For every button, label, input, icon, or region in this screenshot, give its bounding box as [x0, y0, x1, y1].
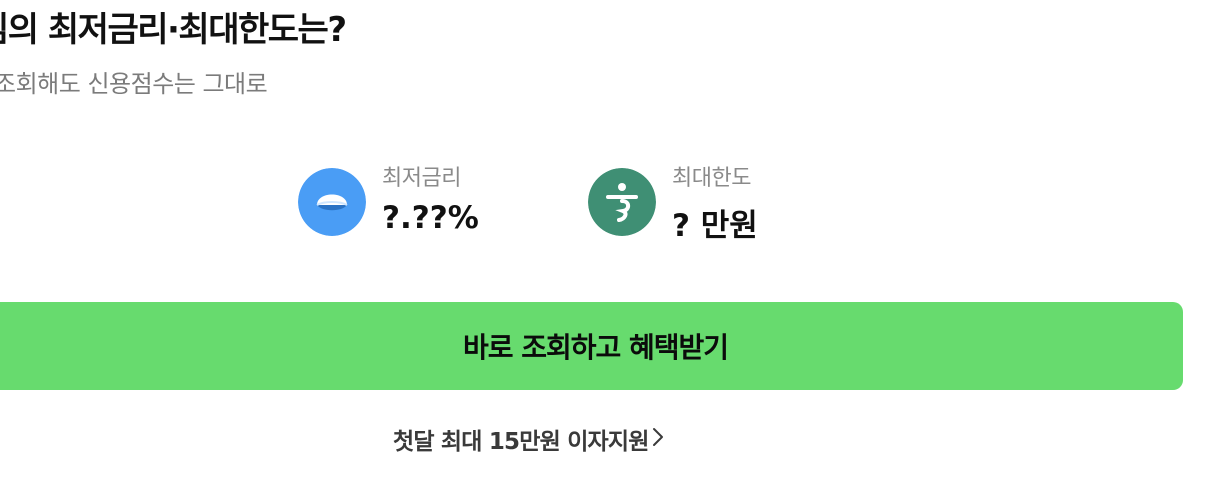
lowest-rate-value: ?.??% [382, 200, 479, 236]
blue-bank-logo-icon [298, 168, 366, 236]
max-limit-label: 최대한도 [672, 166, 751, 191]
interest-support-label: 첫달 최대 15만원 이자지원 [393, 429, 649, 455]
loan-offer-card: 님의 최저금리·최대한도는? 조회해도 신용점수는 그대로 최저금리 ?.??%… [0, 0, 1208, 490]
check-now-button[interactable]: 바로 조회하고 혜택받기 [0, 302, 1183, 390]
interest-support-link[interactable]: 첫달 최대 15만원 이자지원 [393, 422, 664, 456]
max-limit-value: ? 만원 [672, 208, 758, 244]
chevron-right-icon [652, 427, 664, 451]
check-now-button-label: 바로 조회하고 혜택받기 [462, 331, 729, 364]
page-title: 님의 최저금리·최대한도는? [0, 10, 347, 50]
hana-bank-logo-icon [588, 168, 656, 236]
lowest-rate-label: 최저금리 [382, 166, 461, 191]
page-subtitle: 조회해도 신용점수는 그대로 [0, 70, 268, 98]
